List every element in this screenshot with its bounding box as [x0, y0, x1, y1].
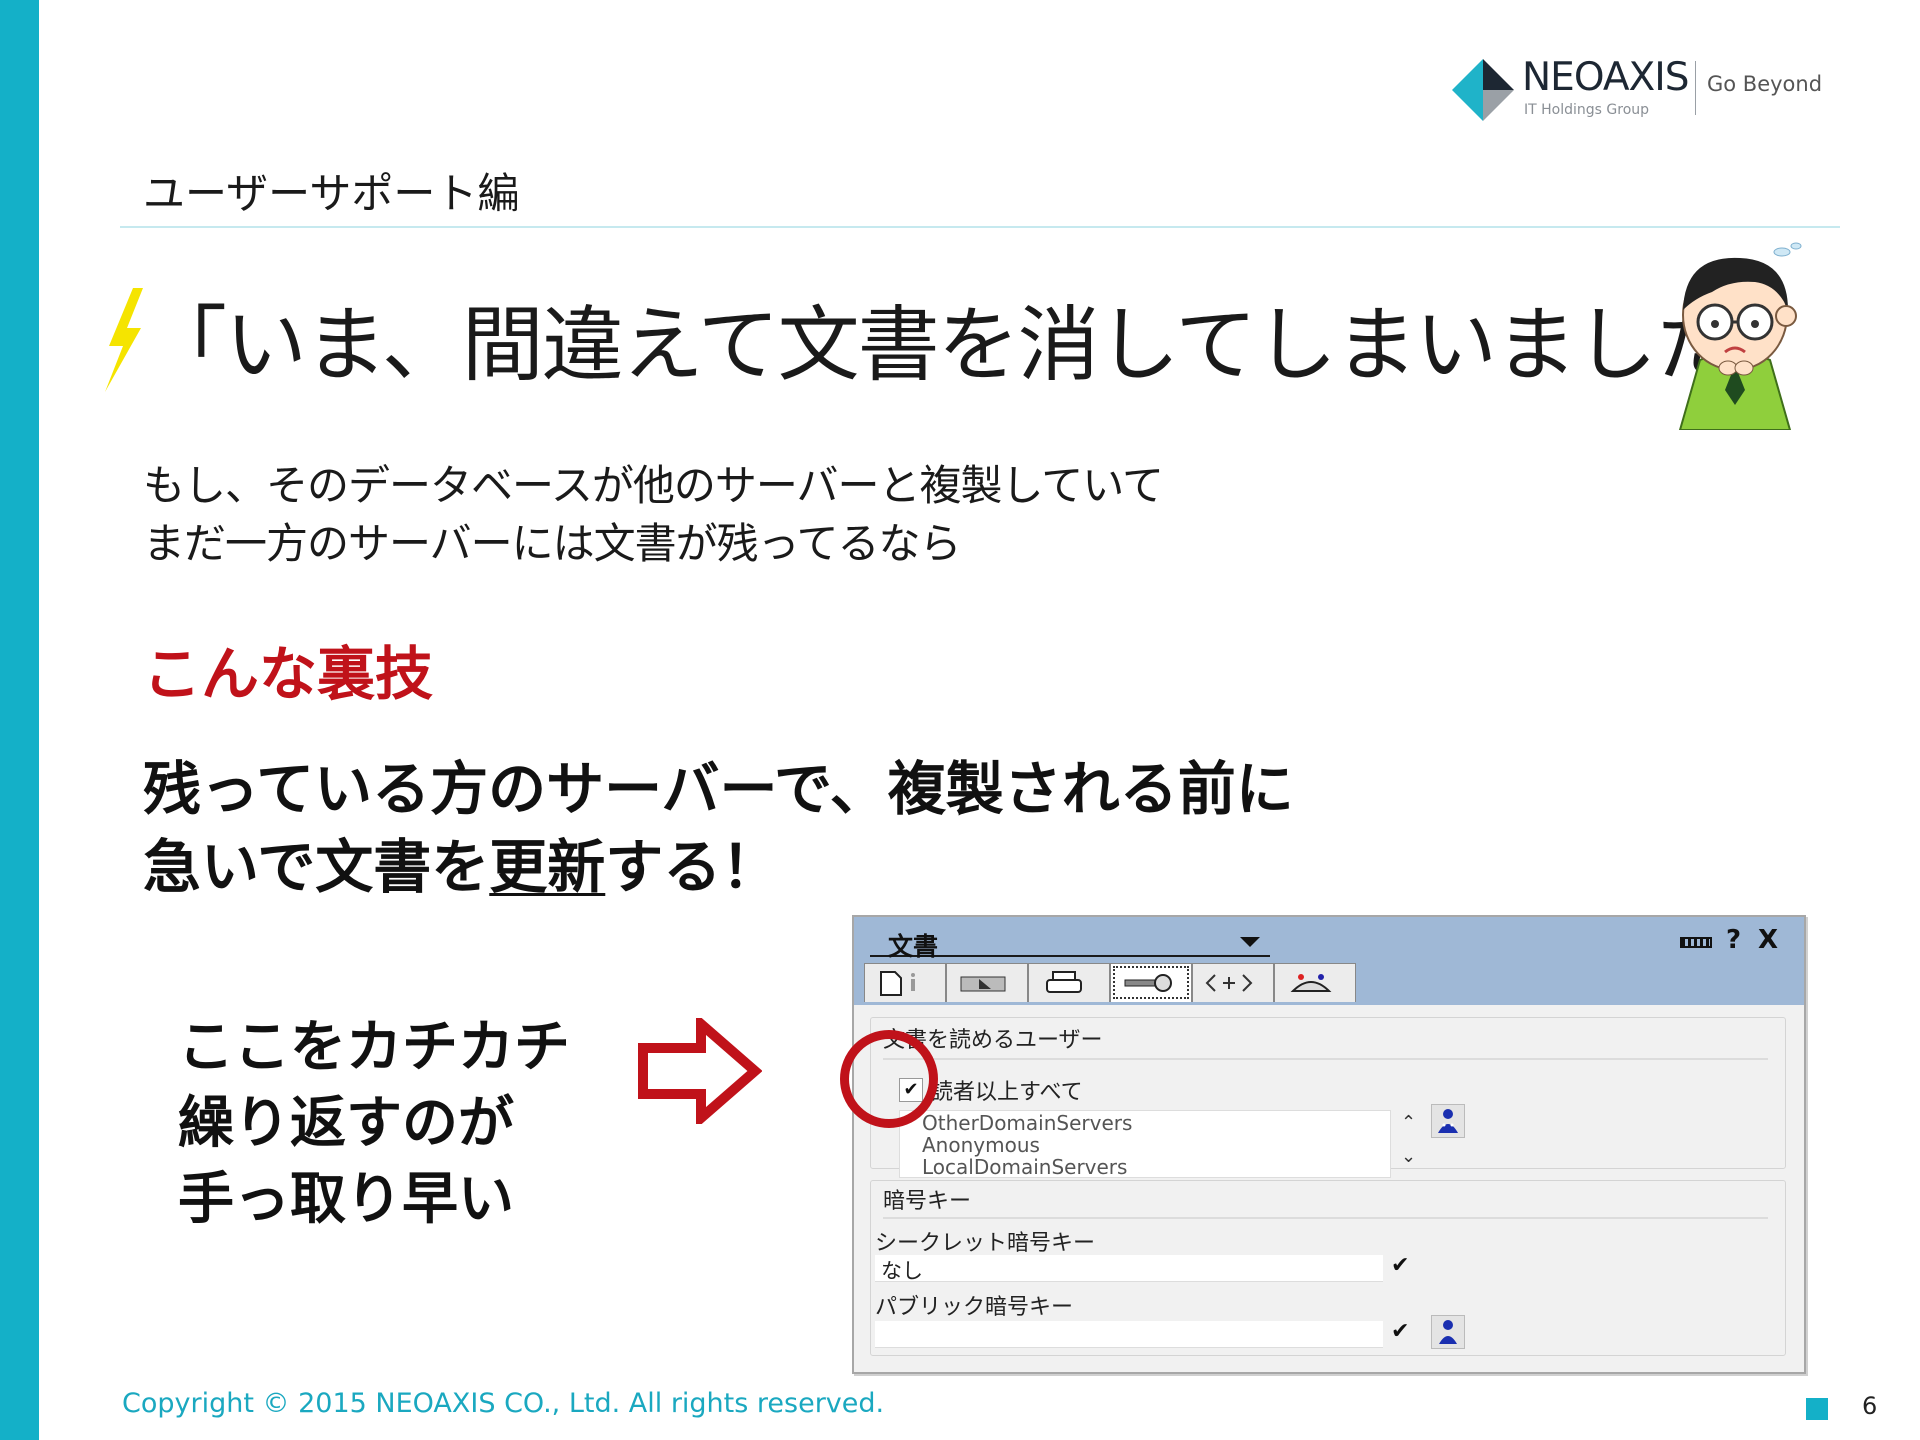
trick-heading: こんな裏技	[143, 640, 434, 708]
properties-type-select[interactable]: 文書	[870, 925, 1270, 961]
person-icon	[1439, 1320, 1457, 1344]
encryption-keys-group: 暗号キー シークレット暗号キー なし ✔ パブリック暗号キー ✔	[870, 1180, 1786, 1356]
section-divider	[120, 226, 1840, 228]
section-title: ユーザーサポート編	[143, 169, 520, 218]
tip-line-2-suffix: する！	[605, 833, 780, 901]
readers-address-book-button[interactable]	[1431, 1104, 1465, 1138]
secret-key-field[interactable]: なし	[875, 1255, 1383, 1283]
right-arrow-icon	[638, 1018, 762, 1124]
logo-separator	[1695, 61, 1696, 115]
printer-icon	[1046, 971, 1082, 993]
logo-tagline: Go Beyond	[1707, 72, 1823, 96]
readers-all-label: 読者以上すべて	[931, 1080, 1083, 1105]
logo-wordmark: NEOAXIS	[1522, 55, 1689, 100]
logo-group-name: IT Holdings Group	[1524, 102, 1650, 118]
key-icon	[1124, 974, 1172, 992]
tab-field-format[interactable]	[946, 963, 1028, 1002]
page-marker-square	[1806, 1398, 1828, 1420]
readers-group-rule	[883, 1058, 1768, 1060]
tab-print[interactable]	[1028, 963, 1110, 1002]
copyright-text: Copyright © 2015 NEOAXIS CO., Ltd. All r…	[122, 1388, 885, 1419]
list-scroll-up-button[interactable]: ⌃	[1401, 1112, 1416, 1133]
neoaxis-logo: NEOAXIS IT Holdings Group Go Beyond	[1450, 55, 1830, 130]
dialog-header: 文書 ? X	[854, 917, 1804, 1005]
readers-list[interactable]: OtherDomainServers Anonymous LocalDomain…	[899, 1110, 1391, 1179]
tip-emphasis-update: 更新	[489, 833, 606, 901]
dialog-window-controls: ? X	[1680, 925, 1790, 955]
html-tag-icon	[1205, 974, 1253, 992]
collapse-dialog-button[interactable]	[1680, 937, 1712, 948]
close-dialog-button[interactable]: X	[1758, 925, 1778, 955]
tip-line-1: 残っている方のサーバーで、複製される前に	[143, 755, 1294, 823]
secret-key-value: なし	[881, 1259, 923, 1283]
main-title: 「いま、間違えて文書を消してしまいました」	[145, 298, 1817, 393]
neoaxis-mark-icon	[1452, 59, 1514, 121]
list-item[interactable]: OtherDomainServers	[922, 1111, 1132, 1135]
ruler-icon	[960, 976, 1006, 992]
lead-text-line-2: まだ一方のサーバーには文書が残ってるなら	[143, 519, 961, 568]
list-item[interactable]: LocalDomainServers	[922, 1155, 1127, 1179]
readers-group: 文書を読めるユーザー ✔ 読者以上すべて OtherDomainServers …	[870, 1017, 1786, 1179]
group-person-icon	[1438, 1109, 1458, 1133]
lead-text-line-1: もし、そのデータベースが他のサーバーと複製していて	[143, 461, 1164, 510]
lightning-bolt-icon	[105, 288, 143, 392]
public-key-select-button[interactable]: ✔	[1391, 1319, 1409, 1344]
tab-document-info[interactable]	[864, 963, 946, 1002]
encryption-keys-rule	[883, 1217, 1768, 1219]
tip-line-2: 急いで文書を更新する！	[143, 820, 779, 904]
encryption-keys-label: 暗号キー	[883, 1189, 972, 1214]
tab-security[interactable]	[1110, 963, 1192, 1002]
highlight-circle	[840, 1030, 938, 1128]
chevron-down-icon	[1240, 937, 1260, 947]
hat-icon	[1290, 974, 1332, 992]
public-key-field[interactable]	[875, 1321, 1383, 1348]
list-scroll-down-button[interactable]: ⌄	[1401, 1146, 1416, 1167]
tip-line-2-prefix: 急いで文書を	[143, 833, 490, 901]
secret-key-select-button[interactable]: ✔	[1391, 1253, 1409, 1278]
public-key-label: パブリック暗号キー	[875, 1295, 1074, 1320]
document-properties-dialog: 文書 ? X 文書を読めるユーザー ✔ 読者以上すべて OtherDomainS…	[852, 915, 1806, 1374]
note-line-2: 繰り返すのが	[178, 1091, 514, 1156]
dialog-body: 文書を読めるユーザー ✔ 読者以上すべて OtherDomainServers …	[854, 1005, 1804, 1372]
properties-tab-strip	[864, 963, 1424, 1003]
left-accent-bar	[0, 0, 39, 1440]
properties-type-label: 文書	[888, 932, 939, 961]
tab-html-tags[interactable]	[1192, 963, 1274, 1002]
note-line-1: ここをカチカチ	[178, 1015, 570, 1080]
secret-key-label: シークレット暗号キー	[875, 1231, 1096, 1256]
public-key-address-book-button[interactable]	[1431, 1315, 1465, 1349]
worried-man-illustration	[1678, 242, 1802, 430]
list-item[interactable]: Anonymous	[922, 1133, 1040, 1157]
help-button[interactable]: ?	[1726, 925, 1741, 955]
page-number: 6	[1862, 1392, 1878, 1420]
tab-design-properties[interactable]	[1274, 963, 1356, 1002]
note-line-3: 手っ取り早い	[178, 1167, 514, 1232]
document-info-icon	[880, 971, 915, 996]
